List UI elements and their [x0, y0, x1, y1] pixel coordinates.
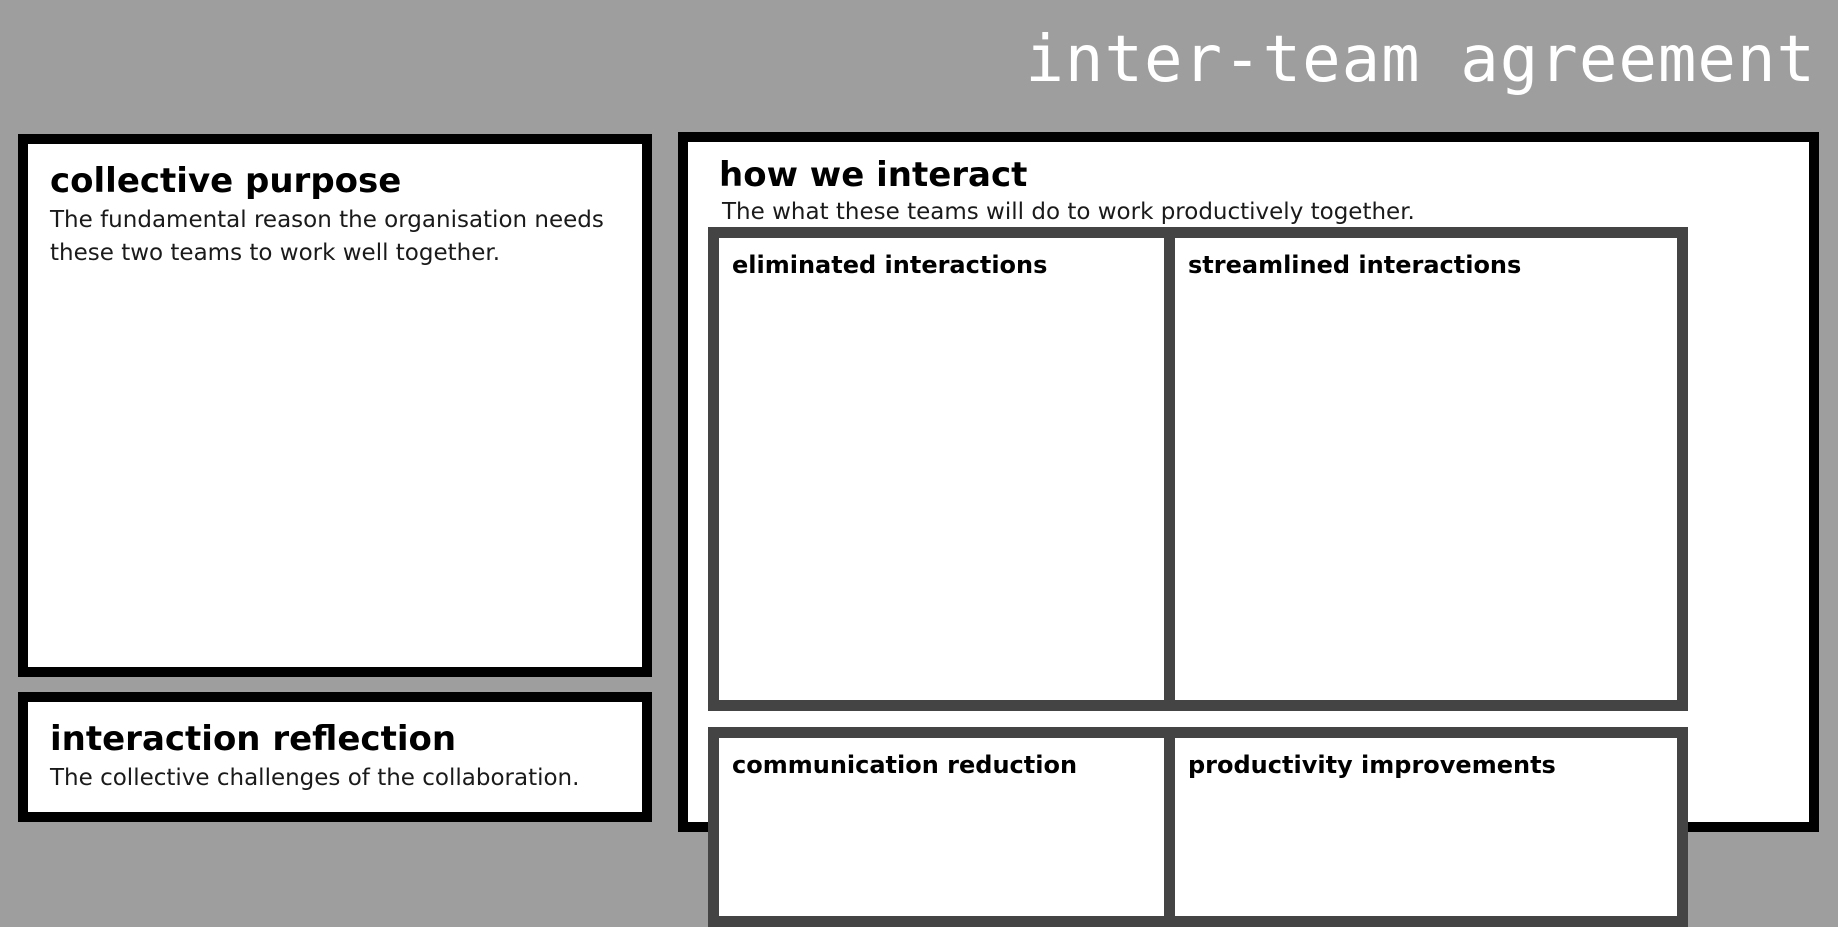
page-title: inter-team agreement — [1025, 23, 1816, 97]
how-we-interact-heading: how we interact — [719, 155, 1028, 195]
collective-purpose-panel[interactable]: collective purpose The fundamental reaso… — [18, 134, 652, 677]
streamlined-interactions-box[interactable]: streamlined interactions — [1164, 227, 1688, 711]
how-we-interact-description: The what these teams will do to work pro… — [722, 199, 1415, 225]
communication-reduction-box[interactable]: communication reduction — [708, 727, 1232, 927]
collective-purpose-heading: collective purpose — [50, 161, 402, 201]
streamlined-interactions-label: streamlined interactions — [1188, 251, 1522, 279]
eliminated-interactions-box[interactable]: eliminated interactions — [708, 227, 1232, 711]
interaction-reflection-heading: interaction reflection — [50, 719, 457, 759]
productivity-improvements-label: productivity improvements — [1188, 751, 1556, 779]
communication-reduction-label: communication reduction — [732, 751, 1078, 779]
productivity-improvements-box[interactable]: productivity improvements — [1164, 727, 1688, 927]
how-we-interact-panel: how we interact The what these teams wil… — [678, 132, 1819, 927]
collective-purpose-description: The fundamental reason the organisation … — [50, 207, 604, 266]
interaction-reflection-panel[interactable]: interaction reflection The collective ch… — [18, 692, 652, 822]
interaction-reflection-description: The collective challenges of the collabo… — [50, 765, 580, 791]
eliminated-interactions-label: eliminated interactions — [732, 251, 1048, 279]
